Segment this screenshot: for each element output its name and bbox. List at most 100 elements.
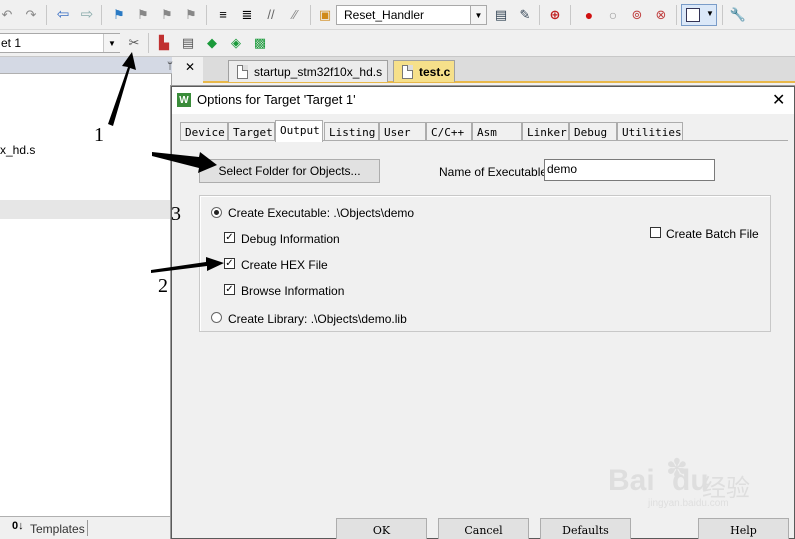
editor-tabs: startup_stm32f10x_hd.s test.c — [203, 57, 795, 83]
tab-label: Device — [185, 126, 225, 139]
toolbar-separator — [539, 5, 540, 25]
tab-asm[interactable]: Asm — [472, 122, 522, 141]
breakpoint-kill-all-icon[interactable]: ⊗ — [652, 6, 670, 24]
breakpoint-disabled-icon[interactable]: ○ — [604, 6, 622, 24]
pin-icon[interactable]: ᛘ — [167, 61, 173, 72]
dialog-tabs: Device Target Output Listing User C/C++ … — [180, 120, 788, 142]
bookmark-next-icon[interactable]: ⚑ — [158, 6, 176, 24]
tab-linker[interactable]: Linker — [522, 122, 569, 141]
tab-label: Listing — [329, 126, 376, 139]
create-batch-label: Create Batch File — [666, 227, 759, 241]
name-of-executable-input[interactable]: demo — [544, 159, 715, 181]
redo-icon[interactable]: ↷ — [22, 6, 40, 24]
tab-debug[interactable]: Debug — [569, 122, 617, 141]
toolbar-separator — [676, 5, 677, 25]
comment-icon[interactable]: // — [262, 6, 280, 24]
unindent-icon[interactable]: ≣ — [238, 6, 256, 24]
tab-listing[interactable]: Listing — [324, 122, 379, 141]
debug-information-checkbox[interactable]: ✓ — [224, 232, 235, 243]
tab-label: Linker — [527, 126, 567, 139]
tab-label: Asm — [477, 126, 497, 139]
tab-user[interactable]: User — [379, 122, 426, 141]
tab-target[interactable]: Target — [228, 122, 275, 141]
main-toolbar: ↶ ↷ ⇦ ⇨ ⚑ ⚑ ⚑ ⚑ ≡ ≣ // ⁄⁄ ▣ Reset_Handle… — [0, 0, 795, 30]
editor-tab-label: test.c — [419, 64, 451, 79]
project-tree-file[interactable]: x_hd.s — [0, 143, 35, 157]
build-toolbar: et 1 ▼ ✂ ▙ ▤ ◆ ◈ ▩ — [0, 30, 795, 57]
pack-installer-icon[interactable]: ◈ — [227, 34, 245, 52]
ok-button[interactable]: OK — [336, 518, 427, 539]
indent-icon[interactable]: ≡ — [214, 6, 232, 24]
tab-device[interactable]: Device — [180, 122, 228, 141]
dialog-titlebar: W Options for Target 'Target 1' ✕ — [172, 87, 794, 114]
create-batch-checkbox[interactable] — [650, 227, 661, 238]
tab-separator — [87, 520, 88, 536]
manage-icon[interactable]: ▤ — [179, 34, 197, 52]
toolbar-separator — [570, 5, 571, 25]
tab-output[interactable]: Output — [275, 120, 323, 142]
debug-information-label: Debug Information — [241, 232, 340, 246]
breakpoint-icon[interactable]: ● — [580, 6, 598, 24]
chevron-down-icon[interactable]: ▼ — [103, 34, 120, 52]
templates-tab-icon: 0↓ — [12, 520, 24, 532]
uncomment-icon[interactable]: ⁄⁄ — [286, 6, 304, 24]
defaults-button[interactable]: Defaults — [540, 518, 631, 539]
software-packs-icon[interactable]: ▩ — [251, 34, 269, 52]
toolbar-separator — [46, 5, 47, 25]
breakpoint-disable-all-icon[interactable]: ⊚ — [628, 6, 646, 24]
function-combo-value: Reset_Handler — [344, 8, 425, 22]
debug-icon[interactable]: ⊕ — [546, 6, 564, 24]
browse-information-checkbox[interactable]: ✓ — [224, 284, 235, 295]
window-layout-button[interactable]: ▼ — [681, 4, 717, 26]
toolbar-separator — [101, 5, 102, 25]
chevron-down-icon[interactable]: ▼ — [470, 5, 487, 25]
bookmark-prev-icon[interactable]: ⚑ — [134, 6, 152, 24]
bookmark-icon[interactable]: ⚑ — [110, 6, 128, 24]
diamond-green-icon[interactable]: ◆ — [203, 34, 221, 52]
tab-label: Output — [280, 124, 320, 137]
function-combo[interactable]: Reset_Handler — [336, 5, 487, 25]
back-icon[interactable]: ⇦ — [54, 6, 72, 24]
close-icon[interactable]: ✕ — [772, 90, 785, 110]
find-in-files-icon[interactable]: ▤ — [492, 6, 510, 24]
create-library-radio[interactable] — [211, 312, 222, 323]
editor-tab-test[interactable]: test.c — [393, 60, 455, 82]
editor-tab-label: startup_stm32f10x_hd.s — [254, 64, 383, 79]
toolbar-separator — [722, 5, 723, 25]
tab-label: Target — [233, 126, 273, 139]
name-of-executable-label: Name of Executable: — [439, 165, 551, 179]
incremental-find-icon[interactable]: ✎ — [516, 6, 534, 24]
project-pane: x_hd.s — [0, 57, 172, 519]
undo-icon[interactable]: ↶ — [0, 6, 16, 24]
cancel-button[interactable]: Cancel — [438, 518, 529, 539]
load-icon[interactable]: ▙ — [155, 34, 173, 52]
tab-c-cpp[interactable]: C/C++ — [426, 122, 472, 141]
create-hex-label: Create HEX File — [241, 258, 328, 272]
create-executable-radio[interactable] — [211, 207, 222, 218]
options-icon[interactable]: ✂ — [125, 34, 143, 52]
dialog-title: Options for Target 'Target 1' — [197, 92, 356, 107]
help-button[interactable]: Help — [698, 518, 789, 539]
project-pane-header — [0, 57, 172, 74]
chevron-down-icon: ▼ — [706, 9, 714, 18]
tab-utilities[interactable]: Utilities — [617, 122, 683, 141]
project-tree-selection[interactable] — [0, 200, 172, 219]
bookmark-clear-icon[interactable]: ⚑ — [182, 6, 200, 24]
watermark-url: jingyan.baidu.com — [648, 498, 729, 509]
file-icon — [402, 64, 413, 79]
tab-label: C/C++ — [431, 126, 465, 139]
folder-icon[interactable]: ▣ — [316, 6, 334, 24]
close-icon[interactable]: ✕ — [185, 60, 195, 74]
wrench-icon[interactable]: 🔧 — [729, 6, 747, 24]
tab-label: Utilities — [622, 126, 682, 139]
window-icon — [686, 8, 700, 22]
file-icon — [237, 64, 248, 79]
target-combo[interactable]: et 1 — [0, 33, 120, 53]
templates-tab[interactable]: Templates — [30, 522, 85, 536]
editor-tab-startup[interactable]: startup_stm32f10x_hd.s — [228, 60, 388, 82]
select-folder-button[interactable]: Select Folder for Objects... — [199, 159, 380, 183]
forward-icon[interactable]: ⇨ — [78, 6, 96, 24]
toolbar-separator — [148, 33, 149, 53]
browse-information-label: Browse Information — [241, 284, 345, 298]
create-hex-checkbox[interactable]: ✓ — [224, 258, 235, 269]
